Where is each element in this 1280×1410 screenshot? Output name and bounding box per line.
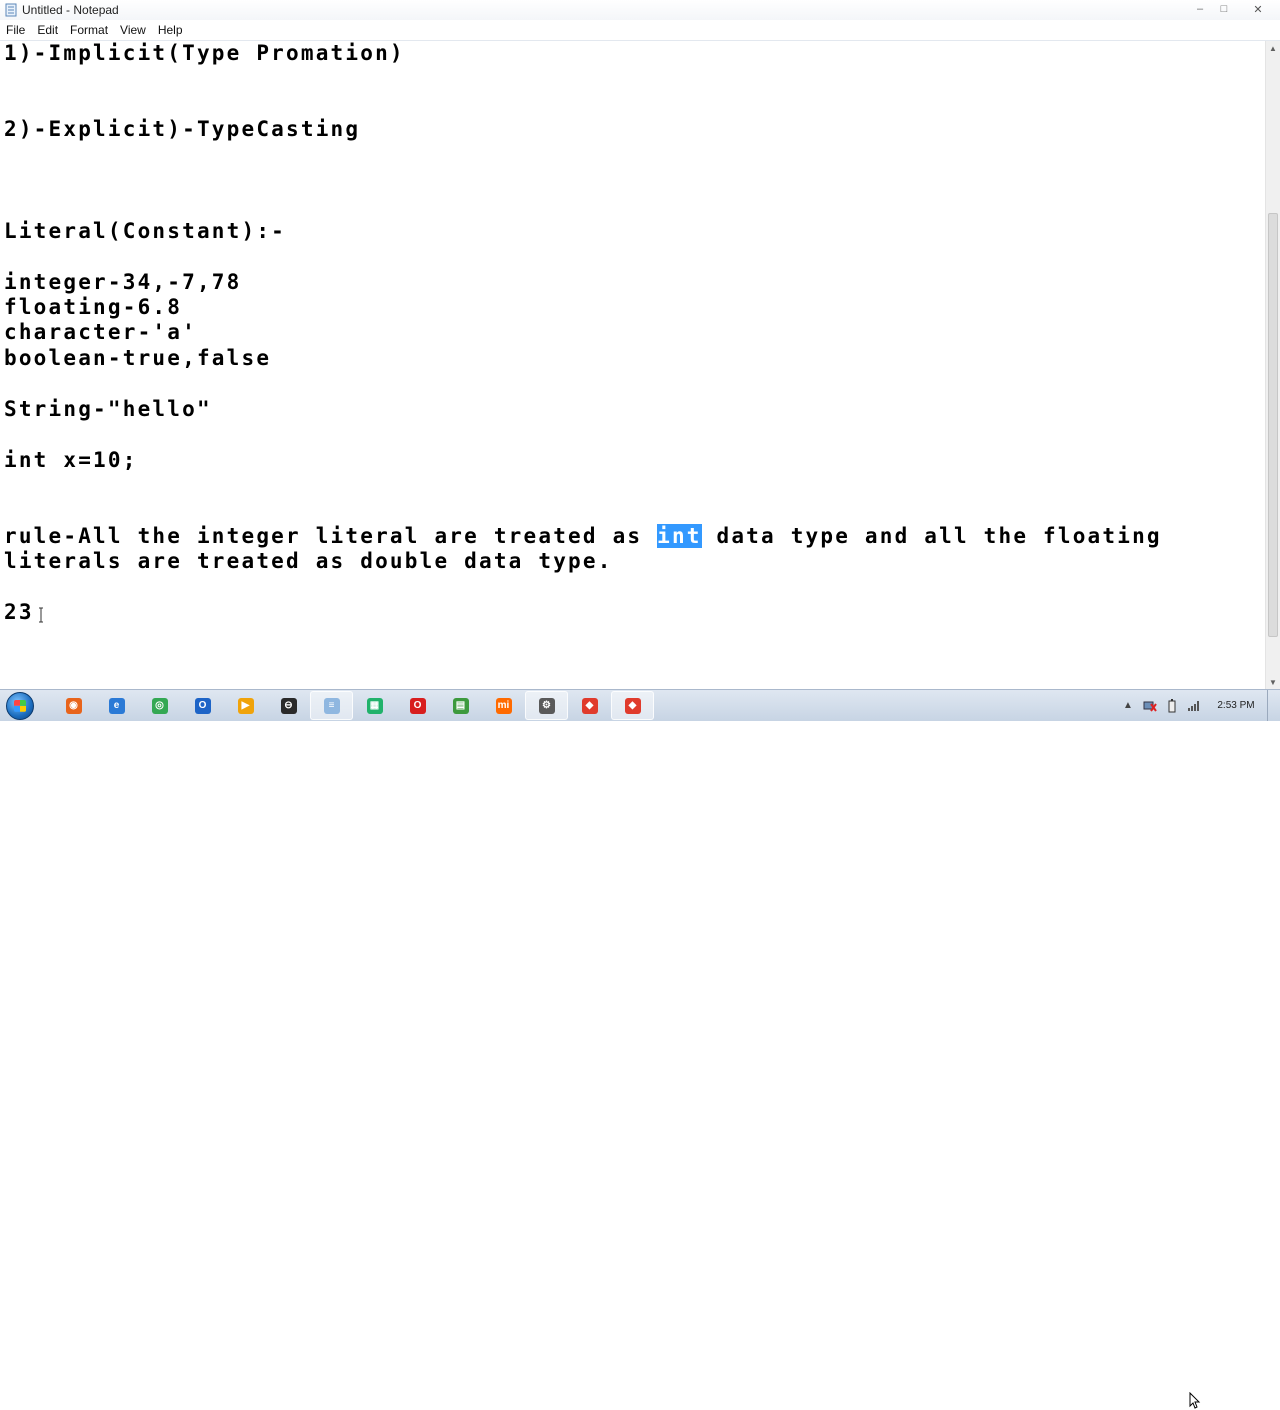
recorder-2-icon: ◆ [624, 697, 641, 714]
taskbar-app-media-player[interactable]: ▶ [224, 691, 267, 720]
taskbar-app-internet-explorer[interactable]: e [95, 691, 138, 720]
battery-icon[interactable] [1161, 696, 1183, 716]
taskbar-app-globe[interactable]: ⊖ [267, 691, 310, 720]
signal-icon[interactable] [1183, 696, 1205, 716]
menu-help[interactable]: Help [152, 20, 189, 40]
ibeam-cursor-icon [39, 607, 43, 623]
scrollbar-thumb[interactable] [1268, 213, 1278, 637]
minimize-button[interactable]: – [1188, 0, 1212, 18]
taskbar-apps: ◉ e ◎ O ▶ ⊖ ≡ ▦ O ▤ mi ⚙ ◆ ◆ [52, 691, 654, 720]
scroll-up-icon[interactable]: ▲ [1266, 41, 1280, 55]
menu-format[interactable]: Format [64, 20, 114, 40]
outlook-icon: O [194, 697, 211, 714]
start-button[interactable] [0, 690, 40, 721]
taskbar-app-opera[interactable]: O [396, 691, 439, 720]
vertical-scrollbar[interactable]: ▲ ▼ [1265, 41, 1280, 689]
app-green-icon: ▤ [452, 697, 469, 714]
mouse-pointer-icon [1189, 1392, 1201, 1409]
close-button[interactable]: ✕ [1236, 0, 1280, 18]
taskbar-app-mi-app[interactable]: mi [482, 691, 525, 720]
taskbar-app-settings-app[interactable]: ⚙ [525, 691, 568, 720]
chrome-icon: ◎ [151, 697, 168, 714]
clock[interactable]: 2:53 PM [1205, 700, 1267, 711]
taskbar-app-recorder[interactable]: ◆ [568, 691, 611, 720]
menu-file[interactable]: File [0, 20, 31, 40]
network-icon[interactable] [1139, 696, 1161, 716]
menu-edit[interactable]: Edit [31, 20, 64, 40]
text-editor[interactable]: 1)-Implicit(Type Promation) 2)-Explicit)… [0, 41, 1266, 689]
editor-text[interactable]: 1)-Implicit(Type Promation) 2)-Explicit)… [0, 41, 1266, 625]
internet-explorer-icon: e [108, 697, 125, 714]
taskbar-app-chrome[interactable]: ◎ [138, 691, 181, 720]
mi-app-icon: mi [495, 697, 512, 714]
taskbar-app-app-green[interactable]: ▤ [439, 691, 482, 720]
opera-icon: O [409, 697, 426, 714]
show-desktop-button[interactable] [1267, 690, 1280, 721]
selected-text: int [657, 523, 702, 548]
calculator-icon: ▦ [366, 697, 383, 714]
settings-app-icon: ⚙ [538, 697, 555, 714]
recorder-icon: ◆ [581, 697, 598, 714]
window-title: Untitled - Notepad [22, 3, 119, 17]
firefox-icon: ◉ [65, 697, 82, 714]
notepad-icon [4, 3, 18, 17]
system-tray: ▲ 2:53 PM [1117, 690, 1280, 721]
notepad-icon: ≡ [323, 697, 340, 714]
media-player-icon: ▶ [237, 697, 254, 714]
menu-view[interactable]: View [114, 20, 152, 40]
scroll-down-icon[interactable]: ▼ [1266, 675, 1280, 689]
taskbar-app-outlook[interactable]: O [181, 691, 224, 720]
title-bar: Untitled - Notepad – □ ✕ [0, 0, 1280, 20]
windows-logo-icon [6, 691, 34, 720]
taskbar-app-recorder-2[interactable]: ◆ [611, 691, 654, 720]
taskbar-app-notepad[interactable]: ≡ [310, 691, 353, 720]
editor-text-before: 1)-Implicit(Type Promation) 2)-Explicit)… [4, 41, 643, 548]
taskbar-app-firefox[interactable]: ◉ [52, 691, 95, 720]
maximize-button[interactable]: □ [1212, 0, 1236, 18]
globe-icon: ⊖ [280, 697, 297, 714]
menu-bar: File Edit Format View Help [0, 20, 1280, 41]
taskbar: ◉ e ◎ O ▶ ⊖ ≡ ▦ O ▤ mi ⚙ ◆ ◆ ▲ 2:53 PM [0, 689, 1280, 1409]
taskbar-app-calculator[interactable]: ▦ [353, 691, 396, 720]
show-hidden-icons-icon[interactable]: ▲ [1117, 696, 1139, 716]
